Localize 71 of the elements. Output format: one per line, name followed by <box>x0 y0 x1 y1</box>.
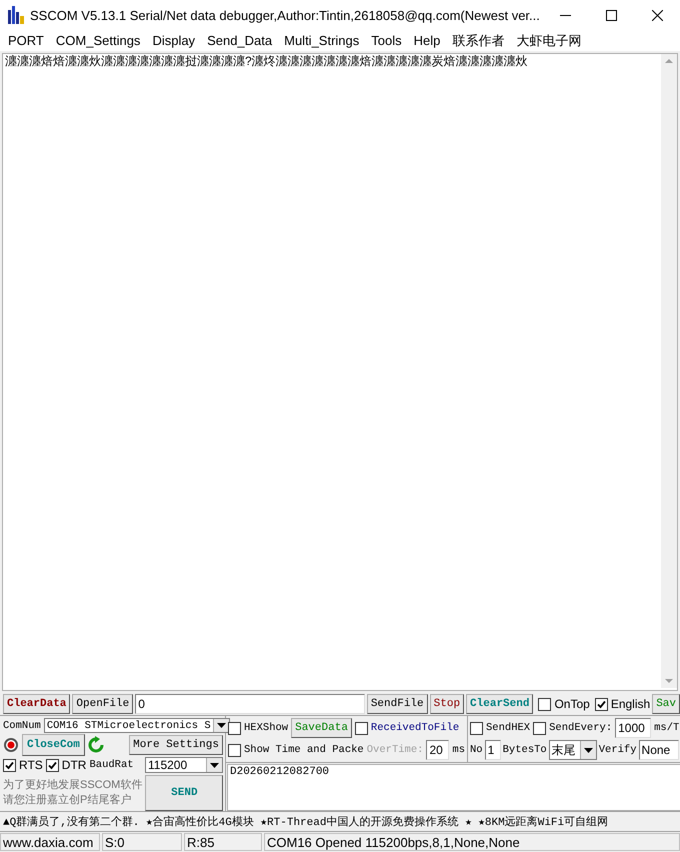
news-ticker: ▲Q群满员了,没有第二个群. ★合宙高性价比4G模块 ★RT-Thread中国人的开源免费操作系统 ★ ★8KM远距离WiFi可自组网 <box>3 814 608 829</box>
checkbox[interactable] <box>354 722 368 734</box>
checkbox[interactable] <box>3 758 16 772</box>
overtime-unit: ms <box>452 744 465 756</box>
overtime-field[interactable]: 20 <box>426 740 450 760</box>
clear-data-button[interactable]: ClearData <box>3 694 70 714</box>
checkbox[interactable] <box>228 744 241 756</box>
save-data-button[interactable]: SaveData <box>291 718 352 738</box>
checkbox[interactable] <box>533 722 546 734</box>
interval-unit: ms/T <box>654 722 680 734</box>
checkbox-label: DTR <box>62 758 86 772</box>
promo-text: 请您注册嘉立创P结尾客户 <box>3 793 132 808</box>
checkbox-label: SendEvery: <box>549 722 612 734</box>
dropdown-arrow-icon[interactable] <box>210 762 219 768</box>
menu-item[interactable]: 联系作者 <box>446 32 510 50</box>
menu-item[interactable]: Multi_Strings <box>278 33 366 48</box>
checkbox-label: English <box>610 697 650 711</box>
no-label: No <box>470 744 483 756</box>
file-path-field[interactable]: 0 <box>135 694 365 714</box>
interval-field[interactable]: 1000 <box>615 718 652 738</box>
dropdown-arrow-icon[interactable] <box>216 723 226 728</box>
checkbox-label: RTS <box>19 758 43 772</box>
checkbox-label: ReceivedToFile <box>370 722 460 734</box>
clear-send-button[interactable]: ClearSend <box>466 694 534 714</box>
menu-item[interactable]: PORT <box>2 33 50 48</box>
com-num-label: ComNum <box>3 720 41 732</box>
checkbox[interactable] <box>228 722 241 734</box>
close-com-button[interactable]: CloseCom <box>22 734 85 756</box>
save-config-button[interactable]: Sav <box>652 694 680 714</box>
checkbox-label: HEXShow <box>244 722 288 734</box>
checkbox-label: OnTop <box>554 697 590 711</box>
no-field[interactable]: 1 <box>484 740 501 760</box>
bytes-to-select[interactable]: 末尾 <box>548 740 597 760</box>
checkbox-label: SendHEX <box>486 722 530 734</box>
status-field: R:85 <box>184 833 262 851</box>
stop-button[interactable]: Stop <box>430 694 464 714</box>
open-file-button[interactable]: OpenFile <box>72 694 134 714</box>
status-field: S:0 <box>102 833 182 851</box>
menu-item[interactable]: Help <box>408 33 446 48</box>
send-text[interactable]: D20260212082700 <box>230 766 330 778</box>
overtime-label: OverTime: <box>366 744 424 756</box>
app-icon <box>8 6 24 24</box>
refresh-icon[interactable] <box>88 736 104 754</box>
send-button[interactable]: SEND <box>145 775 224 811</box>
dropdown-arrow-icon[interactable] <box>584 748 593 752</box>
baud-rate-label: BaudRat <box>89 759 134 771</box>
menu-item[interactable]: COM_Settings <box>50 33 146 48</box>
menu-item[interactable]: Tools <box>365 33 408 48</box>
received-text: 瀍瀍瀍焙焙瀍瀍炏瀍瀍瀍瀍瀍瀍瀍挝瀍瀍瀍瀍?瀍炵瀍瀍瀍瀍瀍瀍瀍焙瀍瀍瀍瀍瀍炭焙瀍瀍瀍瀍瀍炏 <box>5 54 528 68</box>
promo-text: 为了更好地发展SSCOM软件 <box>3 778 142 793</box>
status-field: COM16 Opened 115200bps,8,1,None,None <box>264 833 680 851</box>
baud-rate-select[interactable]: 115200 <box>145 757 223 773</box>
com-port-select[interactable]: COM16 STMicroelectronics S <box>44 718 230 733</box>
status-field: www.daxia.com <box>0 833 100 851</box>
maximize-icon[interactable] <box>606 10 616 20</box>
bytes-to-label: BytesTo <box>502 744 547 756</box>
verify-field[interactable]: None <box>638 740 680 760</box>
checkbox[interactable] <box>46 758 59 772</box>
checkbox-label: Show Time and Packe <box>244 744 364 756</box>
send-file-button[interactable]: SendFile <box>366 694 428 714</box>
more-settings-button[interactable]: More Settings <box>129 735 223 755</box>
menu-item[interactable]: 大虾电子网 <box>510 32 588 50</box>
menu-item[interactable]: Send_Data <box>201 33 278 48</box>
menu-item[interactable]: Display <box>146 33 202 48</box>
window-title: SSCOM V5.13.1 Serial/Net data debugger,Author:Tintin,2618058@qq.com(Newest ver... <box>30 8 541 22</box>
checkbox[interactable] <box>538 698 552 710</box>
close-icon[interactable] <box>652 10 662 20</box>
checkbox[interactable] <box>594 698 608 710</box>
verify-label: Verify <box>598 744 637 756</box>
scrollbar[interactable] <box>661 54 677 688</box>
checkbox[interactable] <box>470 722 483 734</box>
